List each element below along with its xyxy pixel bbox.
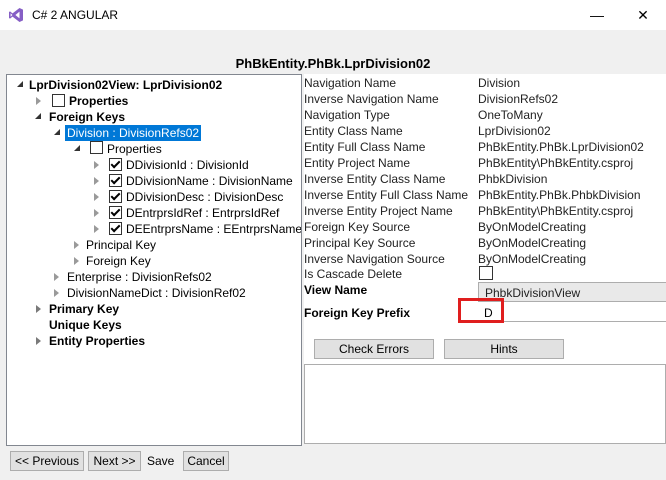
tree-item-division[interactable]: Division : DivisionRefs02	[65, 125, 202, 141]
prop-label: Navigation Type	[304, 108, 390, 122]
expanded-arrow-icon[interactable]	[54, 129, 60, 135]
prop-label: Inverse Entity Class Name	[304, 172, 446, 186]
tree-item-division-properties[interactable]: Properties	[107, 141, 162, 157]
tree-item-property[interactable]: DDivisionName : DivisionName	[126, 173, 293, 189]
property-checkbox[interactable]	[109, 206, 122, 219]
title-bar: C# 2 ANGULAR — ✕	[0, 0, 666, 30]
property-checkbox[interactable]	[109, 174, 122, 187]
prop-label: Inverse Navigation Source	[304, 252, 445, 266]
tree-item-properties[interactable]: Properties	[69, 93, 128, 109]
tree-item-enterprise[interactable]: Enterprise : DivisionRefs02	[67, 269, 212, 285]
prop-value: PhbkDivision	[478, 172, 548, 186]
collapsed-arrow-icon[interactable]	[36, 305, 41, 313]
collapsed-arrow-icon[interactable]	[74, 241, 79, 249]
prop-label: Inverse Navigation Name	[304, 92, 439, 106]
prop-label: Navigation Name	[304, 76, 397, 90]
collapsed-arrow-icon[interactable]	[74, 257, 79, 265]
collapsed-arrow-icon[interactable]	[36, 97, 41, 105]
collapsed-arrow-icon[interactable]	[94, 177, 99, 185]
tree-item-foreign-keys[interactable]: Foreign Keys	[49, 109, 125, 125]
view-name-label: View Name	[304, 283, 368, 297]
tree-item-property[interactable]: DDivisionDesc : DivisionDesc	[126, 189, 283, 205]
prop-value: PhBkEntity.PhBk.PhbkDivision	[478, 188, 641, 202]
expanded-arrow-icon[interactable]	[74, 145, 80, 151]
prop-value: ByOnModelCreating	[478, 220, 587, 234]
prop-label: Foreign Key Source	[304, 220, 411, 234]
expanded-arrow-icon[interactable]	[35, 113, 41, 119]
prop-value: PhBkEntity\PhBkEntity.csproj	[478, 204, 634, 218]
prop-value: PhBkEntity.PhBk.LprDivision02	[478, 140, 644, 154]
collapsed-arrow-icon[interactable]	[94, 225, 99, 233]
prop-value: DivisionRefs02	[478, 92, 559, 106]
cascade-delete-checkbox[interactable]	[479, 266, 493, 280]
page-title: PhBkEntity.PhBk.LprDivision02	[235, 56, 431, 71]
tree-item-property[interactable]: DDivisionId : DivisionId	[126, 157, 249, 173]
tree-item-property[interactable]: DEEntrprsName : EEntrprsName	[126, 221, 301, 237]
division-properties-checkbox[interactable]	[90, 141, 103, 154]
tree-item-foreign-key[interactable]: Foreign Key	[86, 253, 151, 269]
property-checkbox[interactable]	[109, 190, 122, 203]
next-button[interactable]: Next >>	[88, 451, 141, 471]
prop-value: LprDivision02	[478, 124, 551, 138]
collapsed-arrow-icon[interactable]	[54, 289, 59, 297]
tree-root[interactable]: LprDivision02View: LprDivision02	[29, 77, 222, 93]
prop-label: Entity Project Name	[304, 156, 411, 170]
tree-item-division-name-dict[interactable]: DivisionNameDict : DivisionRef02	[67, 285, 246, 301]
entity-tree[interactable]: LprDivision02View: LprDivision02 Propert…	[6, 74, 302, 446]
collapsed-arrow-icon[interactable]	[94, 193, 99, 201]
fk-prefix-label: Foreign Key Prefix	[304, 306, 411, 320]
cancel-button[interactable]: Cancel	[183, 451, 229, 471]
view-name-combobox[interactable]: PhbkDivisionView	[478, 282, 666, 302]
prop-label: Principal Key Source	[304, 236, 416, 250]
collapsed-arrow-icon[interactable]	[94, 161, 99, 169]
close-button[interactable]: ✕	[620, 0, 666, 30]
prop-value: ByOnModelCreating	[478, 252, 587, 266]
prop-label: Entity Full Class Name	[304, 140, 426, 154]
minimize-button[interactable]: —	[574, 0, 620, 30]
prop-value: OneToMany	[478, 108, 543, 122]
tree-item-primary-key[interactable]: Primary Key	[49, 301, 119, 317]
prop-value: ByOnModelCreating	[478, 236, 587, 250]
tree-item-property[interactable]: DEntrprsIdRef : EntrprsIdRef	[126, 205, 279, 221]
hints-button[interactable]: Hints	[444, 339, 564, 359]
collapsed-arrow-icon[interactable]	[94, 209, 99, 217]
collapsed-arrow-icon[interactable]	[36, 337, 41, 345]
expanded-arrow-icon[interactable]	[17, 81, 23, 87]
property-checkbox[interactable]	[109, 222, 122, 235]
properties-checkbox[interactable]	[52, 94, 65, 107]
previous-button[interactable]: << Previous	[10, 451, 84, 471]
property-checkbox[interactable]	[109, 158, 122, 171]
tree-item-unique-keys[interactable]: Unique Keys	[49, 317, 122, 333]
save-button[interactable]: Save	[147, 454, 174, 468]
prop-label: Inverse Entity Full Class Name	[304, 188, 469, 202]
fk-prefix-input[interactable]: D	[478, 304, 666, 322]
check-errors-button[interactable]: Check Errors	[314, 339, 434, 359]
collapsed-arrow-icon[interactable]	[54, 273, 59, 281]
prop-value: Division	[478, 76, 521, 90]
cascade-delete-label: Is Cascade Delete	[304, 267, 403, 281]
errors-output	[304, 364, 666, 444]
highlight-rectangle	[458, 298, 504, 323]
window-title: C# 2 ANGULAR	[32, 8, 119, 22]
prop-label: Entity Class Name	[304, 124, 403, 138]
tree-item-principal-key[interactable]: Principal Key	[86, 237, 156, 253]
prop-label: Inverse Entity Project Name	[304, 204, 453, 218]
prop-value: PhBkEntity\PhBkEntity.csproj	[478, 156, 634, 170]
tree-item-entity-properties[interactable]: Entity Properties	[49, 333, 145, 349]
visual-studio-icon	[9, 8, 23, 22]
